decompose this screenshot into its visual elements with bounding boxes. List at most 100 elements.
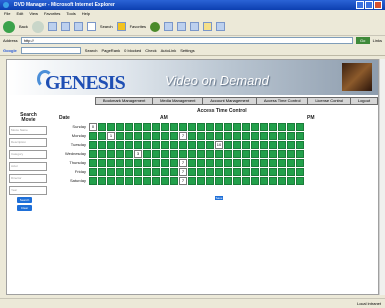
menu-file[interactable]: File [4,11,10,17]
autolink-button[interactable]: AutoLink [161,48,177,53]
time-slot-cell[interactable] [125,176,133,185]
time-slot-cell[interactable] [215,131,223,140]
time-slot-cell[interactable] [269,167,277,176]
time-slot-cell[interactable] [179,140,187,149]
time-slot-cell[interactable] [269,176,277,185]
time-slot-cell[interactable] [89,158,97,167]
time-slot-cell[interactable] [179,149,187,158]
time-slot-cell[interactable] [260,167,268,176]
time-slot-cell[interactable] [260,176,268,185]
time-slot-cell[interactable] [233,122,241,131]
time-slot-cell[interactable] [287,131,295,140]
time-slot-cell[interactable] [143,140,151,149]
time-slot-cell[interactable] [269,140,277,149]
nav-media-management[interactable]: Media Management [153,98,204,104]
time-slot-cell[interactable] [89,140,97,149]
time-slot-cell[interactable] [188,167,196,176]
time-slot-cell[interactable] [188,122,196,131]
time-slot-cell[interactable] [143,149,151,158]
time-slot-cell[interactable] [116,167,124,176]
time-slot-cell[interactable] [242,122,250,131]
favorites-label[interactable]: Favorites [130,24,146,29]
time-slot-cell[interactable] [269,122,277,131]
time-slot-cell[interactable] [206,158,214,167]
time-slot-cell[interactable] [107,149,115,158]
google-settings-button[interactable]: Settings [180,48,194,53]
time-slot-cell[interactable] [161,122,169,131]
description-field[interactable]: Description [9,138,47,147]
search-icon[interactable] [86,22,96,31]
favorites-star-icon[interactable] [116,22,126,31]
time-slot-cell[interactable] [260,140,268,149]
time-slot-cell[interactable] [161,140,169,149]
time-slot-cell[interactable] [125,167,133,176]
time-slot-cell[interactable] [206,140,214,149]
time-slot-cell[interactable]: 0 [89,122,97,131]
time-slot-cell[interactable] [242,158,250,167]
print-icon[interactable] [190,22,200,31]
time-slot-cell[interactable] [152,176,160,185]
time-slot-cell[interactable] [107,176,115,185]
time-slot-cell[interactable] [116,158,124,167]
history-icon[interactable] [164,22,174,31]
time-slot-cell[interactable] [152,122,160,131]
time-slot-cell[interactable] [269,131,277,140]
time-slot-cell[interactable] [161,158,169,167]
vertical-scrollbar[interactable] [379,59,385,295]
menu-view[interactable]: View [29,11,38,17]
time-slot-cell[interactable] [224,158,232,167]
time-slot-cell[interactable] [89,131,97,140]
refresh-icon[interactable] [60,22,70,31]
time-slot-cell[interactable] [287,167,295,176]
time-slot-cell[interactable] [224,176,232,185]
time-slot-cell[interactable] [152,167,160,176]
time-slot-cell[interactable] [251,131,259,140]
time-slot-cell[interactable] [233,149,241,158]
time-slot-cell[interactable] [215,167,223,176]
time-slot-cell[interactable] [179,122,187,131]
address-input[interactable]: http:// [20,37,353,44]
time-slot-cell[interactable] [251,149,259,158]
menu-edit[interactable]: Edit [16,11,23,17]
time-slot-cell[interactable] [134,131,142,140]
time-slot-cell[interactable] [287,158,295,167]
time-slot-cell[interactable] [89,176,97,185]
time-slot-cell[interactable] [170,167,178,176]
google-search-input[interactable] [20,46,81,54]
back-label[interactable]: Back [19,24,28,29]
nav-license-control[interactable]: License Control [308,98,351,104]
time-slot-cell[interactable] [242,167,250,176]
home-icon[interactable] [73,22,83,31]
time-slot-cell[interactable] [215,122,223,131]
time-slot-cell[interactable] [143,122,151,131]
time-slot-cell[interactable] [233,167,241,176]
time-slot-cell[interactable] [296,167,304,176]
nav-bookmark-management[interactable]: Bookmark Management [96,98,154,104]
time-slot-cell[interactable] [242,140,250,149]
time-slot-cell[interactable] [89,167,97,176]
time-slot-cell[interactable] [251,140,259,149]
time-slot-cell[interactable] [287,176,295,185]
folder-icon[interactable] [203,22,213,31]
time-slot-cell[interactable] [188,140,196,149]
close-button[interactable] [374,1,382,9]
time-slot-cell[interactable] [251,167,259,176]
maximize-button[interactable] [365,1,373,9]
time-slot-cell[interactable] [98,140,106,149]
time-slot-cell[interactable] [188,131,196,140]
time-slot-cell[interactable] [125,131,133,140]
mail-icon[interactable] [177,22,187,31]
time-slot-cell[interactable] [233,158,241,167]
time-slot-cell[interactable] [152,158,160,167]
time-slot-cell[interactable] [107,158,115,167]
time-slot-cell[interactable] [296,158,304,167]
time-slot-cell[interactable] [278,176,286,185]
time-slot-cell[interactable] [161,167,169,176]
time-slot-cell[interactable] [197,158,205,167]
time-slot-cell[interactable] [134,158,142,167]
time-slot-cell[interactable] [296,176,304,185]
stop-icon[interactable] [47,22,57,31]
time-slot-cell[interactable] [98,158,106,167]
search-button[interactable]: Search [17,197,32,203]
time-slot-cell[interactable] [206,176,214,185]
